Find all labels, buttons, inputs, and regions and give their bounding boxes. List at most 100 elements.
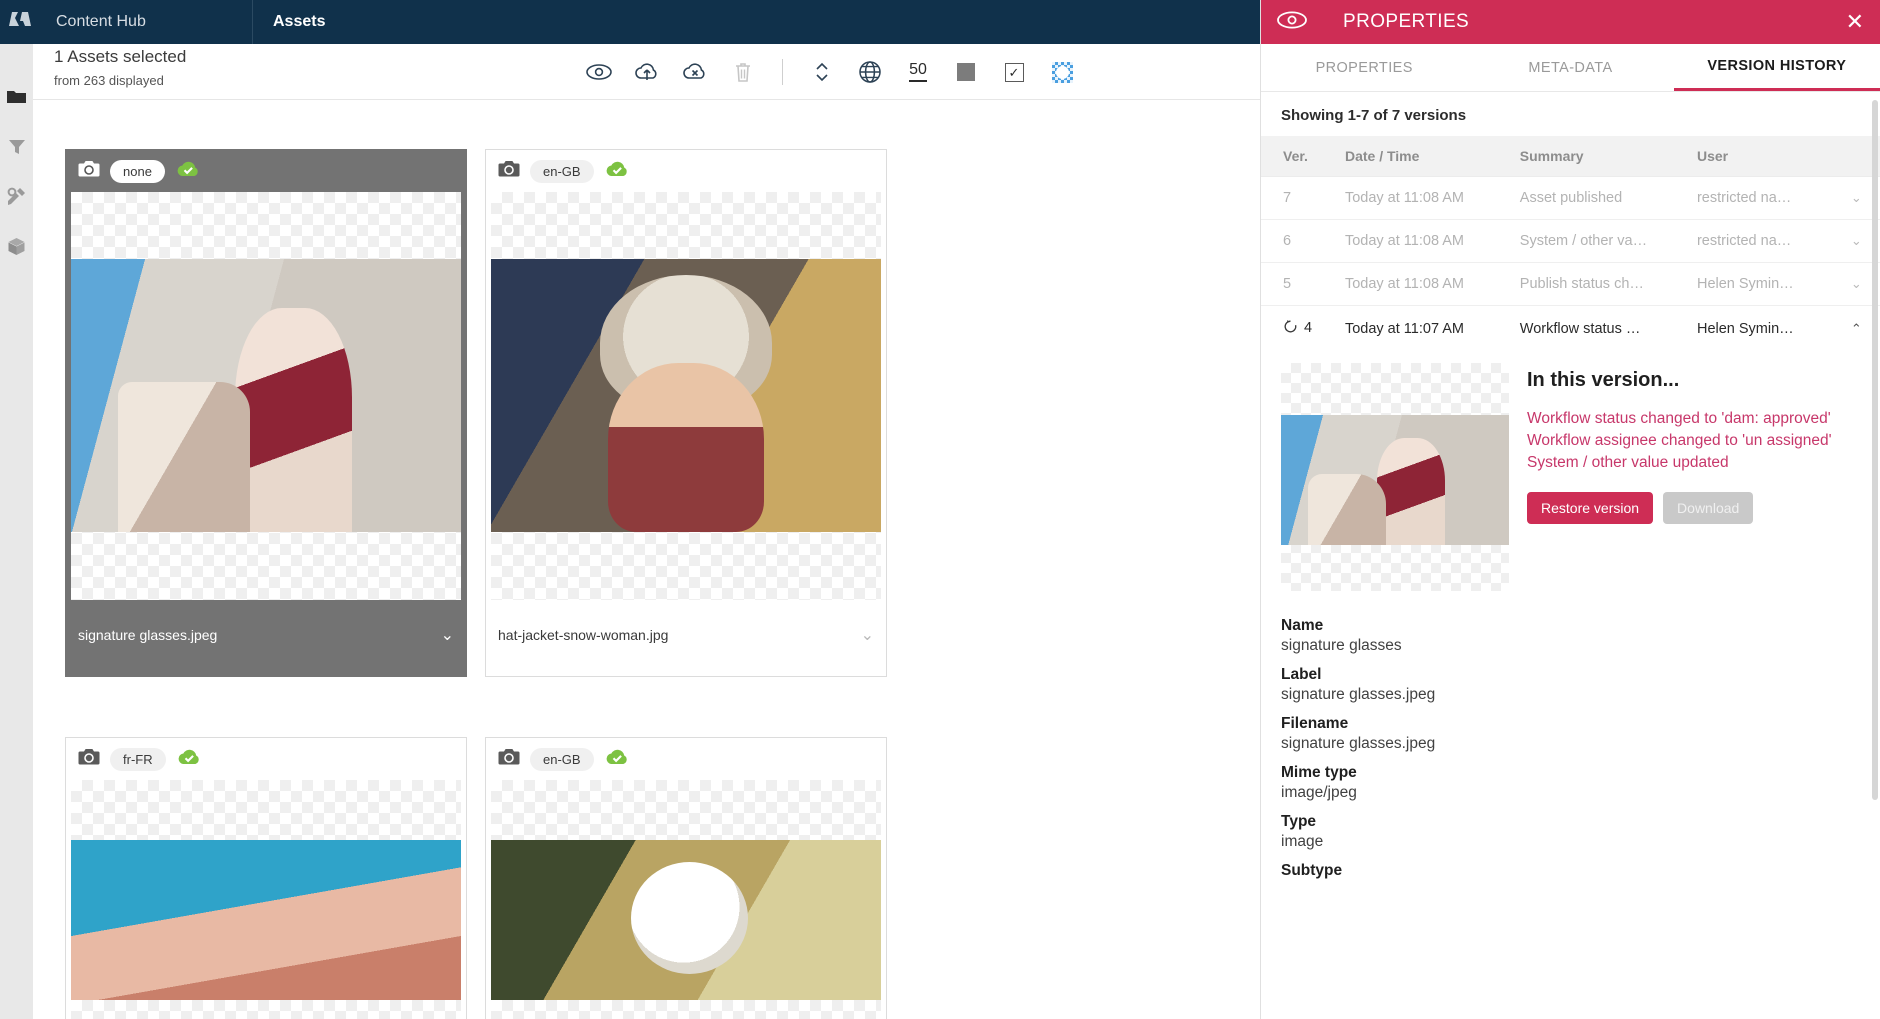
download-button[interactable]: Download bbox=[1663, 492, 1754, 524]
panel-header: PROPERTIES ✕ bbox=[1261, 0, 1880, 44]
asset-card[interactable]: en-GB hat-jacket-snow-woman.jpg ⌄ bbox=[485, 149, 887, 677]
content-area: 1 Assets selected from 263 displayed 50 … bbox=[33, 44, 1260, 1019]
checkbox-icon[interactable]: ✓ bbox=[1001, 59, 1027, 85]
version-detail-body: In this version... Workflow status chang… bbox=[1527, 363, 1860, 591]
sort-icon[interactable] bbox=[809, 59, 835, 85]
properties-panel: PROPERTIES ✕ PROPERTIES META-DATA VERSIO… bbox=[1260, 0, 1880, 1019]
property-value: signature glasses bbox=[1281, 637, 1402, 654]
gray-square-icon[interactable] bbox=[953, 59, 979, 85]
cell-user: restricted na… bbox=[1690, 219, 1833, 263]
showing-count: Showing 1-7 of 7 versions bbox=[1281, 107, 1467, 124]
cell-user: Helen Symin… bbox=[1696, 320, 1794, 337]
asset-properties: Name signature glasses Label signature g… bbox=[1261, 591, 1880, 880]
language-badge: none bbox=[110, 159, 165, 183]
version-actions: Restore version Download bbox=[1527, 492, 1860, 524]
square-glyph bbox=[957, 63, 975, 81]
cloud-published-icon bbox=[604, 159, 630, 184]
property-value: signature glasses.jpeg bbox=[1281, 686, 1436, 703]
page-size-button[interactable]: 50 bbox=[905, 59, 931, 85]
close-icon[interactable]: ✕ bbox=[1846, 11, 1864, 33]
column-header-summary: Summary bbox=[1513, 136, 1691, 177]
table-row[interactable]: 6 Today at 11:08 AM System / other va… r… bbox=[1261, 219, 1880, 263]
sidebar-item-tools[interactable] bbox=[0, 174, 33, 224]
property-key: Subtype bbox=[1281, 862, 1343, 879]
column-header-ver: Ver. bbox=[1261, 136, 1339, 177]
change-line: Workflow status changed to 'dam: approve… bbox=[1527, 410, 1831, 427]
language-badge: en-GB bbox=[530, 747, 594, 771]
asset-grid: none signature glasses.jpeg ⌄ en-GB hat-… bbox=[33, 100, 1260, 1019]
asset-badges: en-GB bbox=[486, 738, 886, 780]
property-key: Mime type bbox=[1281, 764, 1357, 781]
assets-toolbar: 1 Assets selected from 263 displayed 50 … bbox=[33, 44, 1260, 100]
property-value: image bbox=[1281, 833, 1324, 850]
asset-image bbox=[71, 259, 461, 532]
brand-label: Content Hub bbox=[56, 13, 146, 30]
cell-summary: Workflow status … bbox=[1519, 320, 1641, 337]
asset-thumbnail bbox=[491, 780, 881, 1019]
cell-summary: System / other va… bbox=[1513, 219, 1691, 263]
tools-icon bbox=[7, 187, 26, 211]
cell-version: 4 bbox=[1261, 306, 1339, 352]
cell-summary: Publish status ch… bbox=[1513, 262, 1691, 306]
cloud-unpublish-icon[interactable] bbox=[682, 59, 708, 85]
asset-filename: signature glasses.jpeg bbox=[78, 627, 218, 643]
asset-card[interactable]: en-GB bbox=[485, 737, 887, 1019]
page-size-label: 50 bbox=[909, 62, 927, 82]
checkered-icon[interactable] bbox=[1049, 59, 1075, 85]
chevron-down-icon[interactable]: ⌄ bbox=[861, 625, 874, 645]
selection-subtitle: from 263 displayed bbox=[54, 73, 164, 88]
tab-version-history[interactable]: VERSION HISTORY bbox=[1673, 44, 1880, 91]
table-row[interactable]: 5 Today at 11:08 AM Publish status ch… H… bbox=[1261, 262, 1880, 306]
sidebar-item-filter[interactable] bbox=[0, 124, 33, 174]
cell-version: 6 bbox=[1261, 219, 1339, 263]
left-rail bbox=[0, 44, 33, 1019]
column-header-user: User bbox=[1690, 136, 1833, 177]
table-row[interactable]: 7 Today at 11:08 AM Asset published rest… bbox=[1261, 176, 1880, 220]
camera-icon bbox=[498, 748, 520, 770]
cloud-published-icon bbox=[175, 159, 201, 184]
cloud-published-icon bbox=[176, 747, 202, 772]
cell-summary: Asset published bbox=[1513, 176, 1691, 220]
asset-badges: none bbox=[66, 150, 466, 192]
version-image bbox=[1281, 415, 1509, 545]
tab-assets[interactable]: Assets bbox=[253, 0, 325, 44]
sidebar-item-box[interactable] bbox=[0, 224, 33, 274]
asset-card[interactable]: fr-FR bbox=[65, 737, 467, 1019]
cell-user: restricted na… bbox=[1690, 176, 1833, 220]
camera-icon bbox=[78, 160, 100, 182]
property-key: Type bbox=[1281, 813, 1317, 830]
trash-icon[interactable] bbox=[730, 59, 756, 85]
cell-version-text: 4 bbox=[1304, 320, 1313, 336]
version-history-table: Ver. Date / Time Summary User 7 Today at… bbox=[1261, 136, 1880, 351]
cell-version: 5 bbox=[1261, 262, 1339, 306]
tab-properties[interactable]: PROPERTIES bbox=[1261, 44, 1467, 91]
panel-tabs: PROPERTIES META-DATA VERSION HISTORY bbox=[1261, 44, 1880, 92]
cell-version: 7 bbox=[1261, 176, 1339, 220]
filter-funnel-icon bbox=[8, 138, 26, 161]
sidebar-item-folder[interactable] bbox=[0, 74, 33, 124]
asset-filename: hat-jacket-snow-woman.jpg bbox=[498, 627, 669, 643]
cloud-upload-icon[interactable] bbox=[634, 59, 660, 85]
tab-meta-data[interactable]: META-DATA bbox=[1467, 44, 1673, 91]
globe-icon[interactable] bbox=[857, 59, 883, 85]
language-badge: en-GB bbox=[530, 159, 594, 183]
preview-eye-icon[interactable] bbox=[586, 59, 612, 85]
version-thumbnail bbox=[1281, 363, 1509, 591]
asset-card[interactable]: none signature glasses.jpeg ⌄ bbox=[65, 149, 467, 677]
version-detail: In this version... Workflow status chang… bbox=[1261, 351, 1880, 591]
chevron-down-icon[interactable]: ⌄ bbox=[441, 625, 454, 645]
table-row[interactable]: 4 Today at 11:07 AM Workflow status … He… bbox=[1261, 306, 1880, 352]
asset-image bbox=[491, 840, 881, 1000]
asset-image bbox=[71, 840, 461, 1000]
toolbar-divider bbox=[782, 59, 783, 85]
asset-card-footer: hat-jacket-snow-woman.jpg ⌄ bbox=[486, 600, 886, 670]
folder-icon bbox=[7, 89, 26, 110]
cloud-published-icon bbox=[604, 747, 630, 772]
aem-logo-icon[interactable] bbox=[0, 0, 40, 44]
property-value: signature glasses.jpeg bbox=[1281, 735, 1436, 752]
restore-version-button[interactable]: Restore version bbox=[1527, 492, 1654, 524]
property-key: Label bbox=[1281, 666, 1322, 683]
app-root: Content Hub Assets 1 Assets selected fro… bbox=[0, 0, 1880, 1019]
panel-scrollbar[interactable] bbox=[1872, 100, 1878, 800]
checkbox-glyph: ✓ bbox=[1004, 62, 1024, 82]
